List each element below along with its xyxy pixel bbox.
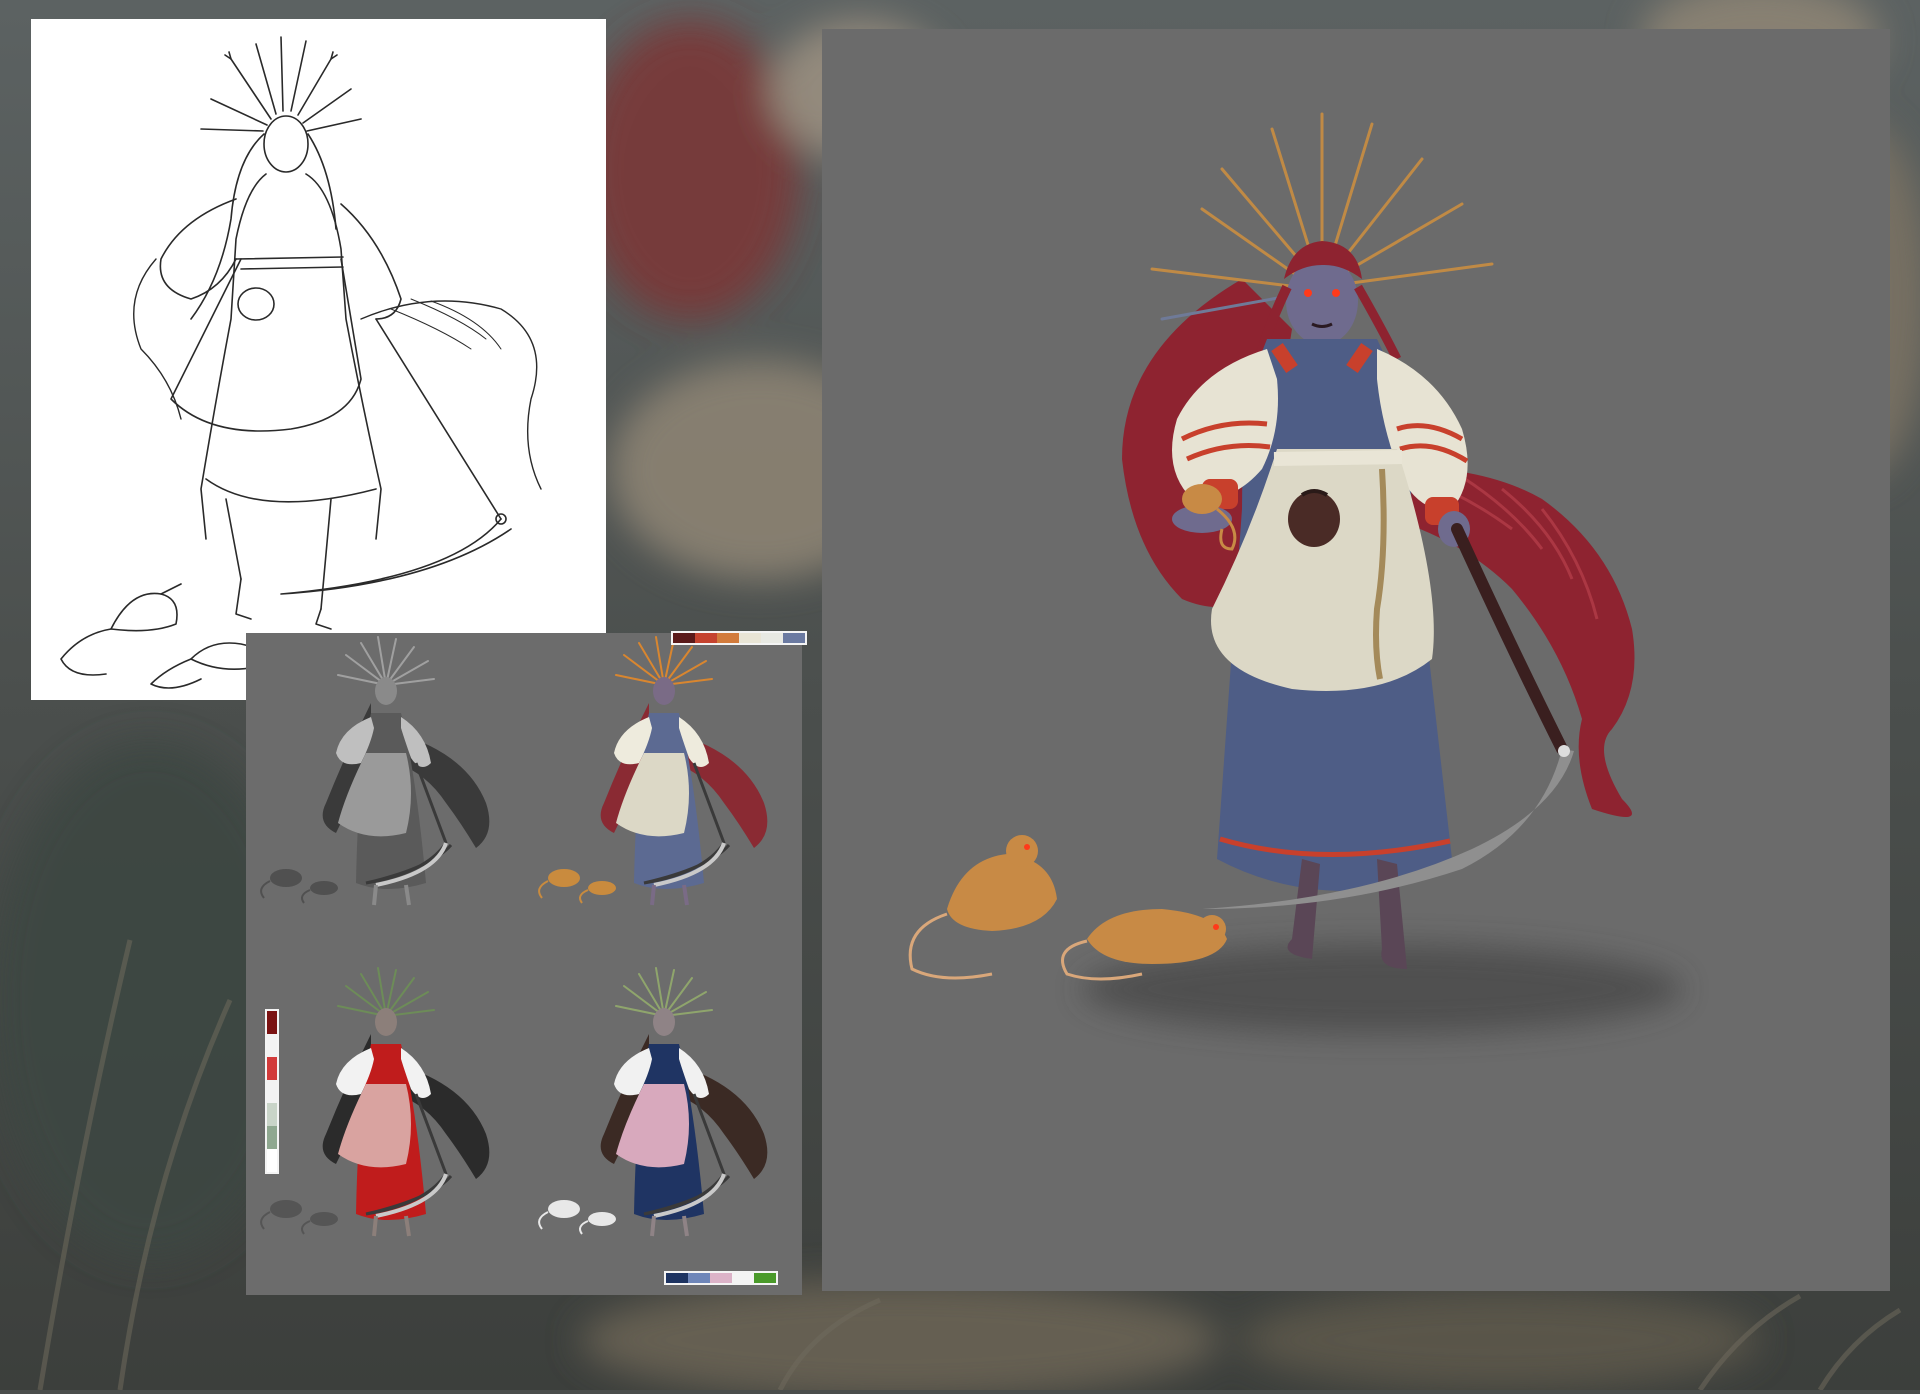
leg-right bbox=[404, 1215, 411, 1237]
palette-swatch bbox=[688, 1273, 710, 1283]
palette-swatches-top-right bbox=[671, 631, 807, 645]
rat-tail bbox=[301, 1220, 311, 1235]
leg-left bbox=[372, 884, 378, 906]
lineart-figure bbox=[60, 36, 542, 689]
head bbox=[375, 1008, 397, 1036]
palette-swatch bbox=[761, 633, 783, 643]
rat-tail bbox=[260, 880, 271, 899]
colorway-figure-blue bbox=[538, 967, 768, 1237]
rat-tail bbox=[538, 1211, 549, 1230]
rat bbox=[588, 881, 616, 895]
palette-swatch bbox=[739, 633, 761, 643]
rat-tail bbox=[579, 1220, 589, 1235]
head bbox=[653, 677, 675, 705]
palette-swatch bbox=[783, 633, 805, 643]
rat bbox=[270, 869, 302, 887]
final-render-panel bbox=[822, 29, 1890, 1291]
palette-swatch bbox=[673, 633, 695, 643]
colorway-variants-art bbox=[260, 636, 768, 1237]
lineart-sketch-panel bbox=[31, 19, 606, 700]
rat bbox=[548, 1200, 580, 1218]
rat bbox=[548, 869, 580, 887]
leg-right bbox=[682, 884, 689, 906]
palette-swatch bbox=[717, 633, 739, 643]
palette-swatch bbox=[754, 1273, 776, 1283]
rat-tail bbox=[538, 880, 549, 899]
floor-rat-sitting bbox=[908, 835, 1057, 980]
palette-swatches-bottom-right bbox=[664, 1271, 778, 1285]
colorway-figure-red bbox=[260, 967, 490, 1237]
rat-tail bbox=[301, 889, 311, 904]
palette-swatch bbox=[267, 1103, 277, 1126]
colorway-variants-panel bbox=[246, 631, 807, 1295]
palette-swatch bbox=[666, 1273, 688, 1283]
palette-swatch bbox=[267, 1149, 277, 1172]
palette-swatch bbox=[267, 1011, 277, 1034]
leg-left bbox=[650, 884, 656, 906]
leg-left bbox=[650, 1215, 656, 1237]
final-character-art bbox=[908, 112, 1682, 1034]
colorway-figure-warm bbox=[538, 636, 768, 906]
rat-tail bbox=[260, 1211, 271, 1230]
leg-right bbox=[404, 884, 411, 906]
leg-right bbox=[682, 1215, 689, 1237]
palette-swatch bbox=[695, 633, 717, 643]
palette-swatches-left-vertical bbox=[265, 1009, 279, 1174]
rat bbox=[588, 1212, 616, 1226]
rat bbox=[310, 881, 338, 895]
rat bbox=[310, 1212, 338, 1226]
rat-tail bbox=[579, 889, 589, 904]
head bbox=[375, 677, 397, 705]
palette-swatch bbox=[267, 1034, 277, 1057]
leg-left bbox=[372, 1215, 378, 1237]
head bbox=[653, 1008, 675, 1036]
palette-swatch bbox=[732, 1273, 754, 1283]
palette-swatch bbox=[710, 1273, 732, 1283]
colorway-figure-grayscale bbox=[260, 636, 490, 906]
palette-swatch bbox=[267, 1126, 277, 1149]
palette-swatch bbox=[267, 1080, 277, 1103]
rat bbox=[270, 1200, 302, 1218]
palette-swatch bbox=[267, 1057, 277, 1080]
